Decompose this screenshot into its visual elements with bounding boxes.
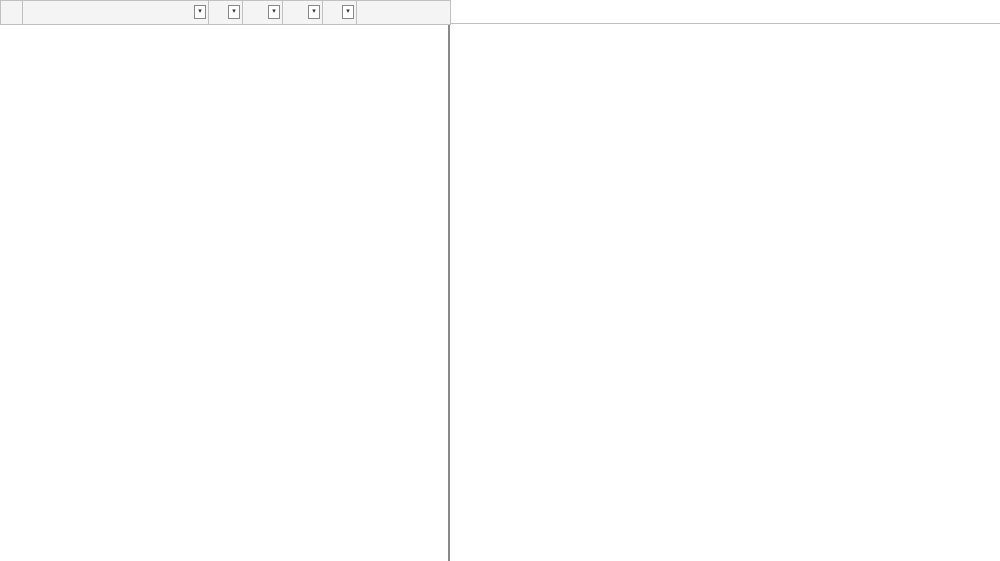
task-table: ▾ ▾ ▾ ▾ ▾: [0, 0, 450, 561]
col-dur[interactable]: ▾: [209, 1, 243, 25]
col-index[interactable]: [1, 1, 23, 25]
dropdown-icon[interactable]: ▾: [268, 5, 280, 19]
col-pred[interactable]: ▾: [323, 1, 357, 25]
col-res[interactable]: [357, 1, 451, 25]
dropdown-icon[interactable]: ▾: [342, 5, 354, 19]
col-finish[interactable]: ▾: [283, 1, 323, 25]
col-task[interactable]: ▾: [23, 1, 209, 25]
dropdown-icon[interactable]: ▾: [228, 5, 240, 19]
dropdown-icon[interactable]: ▾: [308, 5, 320, 19]
dropdown-icon[interactable]: ▾: [194, 5, 206, 19]
timeline-header: [450, 0, 1000, 24]
gantt-chart: [450, 0, 1000, 561]
col-start[interactable]: ▾: [243, 1, 283, 25]
task-grid[interactable]: ▾ ▾ ▾ ▾ ▾: [0, 0, 451, 25]
